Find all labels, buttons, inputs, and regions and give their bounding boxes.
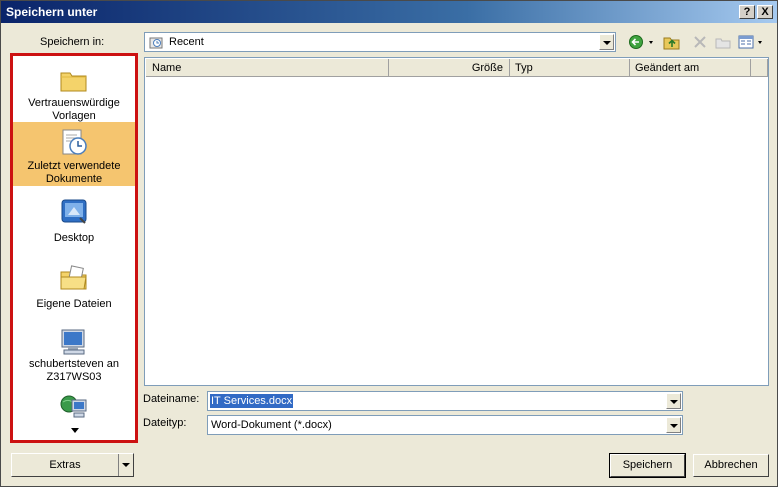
folder-icon — [60, 72, 87, 92]
close-button[interactable]: X — [757, 5, 773, 19]
column-header-type[interactable]: Typ — [510, 59, 630, 77]
folder-up-icon — [663, 37, 680, 50]
my-documents-icon — [60, 265, 87, 290]
place-label: schubertsteven an Z317WS03 — [29, 358, 119, 383]
views-button[interactable] — [737, 33, 767, 51]
column-header-name[interactable]: Name — [146, 59, 389, 77]
file-list[interactable]: Name Größe Typ Geändert am — [144, 57, 769, 386]
tools-button[interactable]: Extras — [11, 453, 134, 477]
new-folder-icon — [715, 38, 731, 49]
help-button[interactable]: ? — [739, 5, 755, 19]
title-bar[interactable]: Speichern unter ? X — [1, 1, 777, 23]
delete-icon — [694, 36, 706, 48]
save-button[interactable]: Speichern — [609, 453, 686, 478]
filetype-label: Dateityp: — [143, 417, 187, 429]
chevron-down-icon[interactable] — [599, 34, 614, 50]
place-trusted-templates[interactable]: Vertrauenswürdige Vorlagen — [13, 60, 135, 124]
desktop-icon — [61, 199, 87, 224]
save-in-dropdown[interactable]: Recent — [144, 32, 616, 52]
network-places-icon — [60, 395, 87, 418]
filename-input[interactable]: IT Services.docx — [207, 391, 683, 411]
places-bar: Vertrauenswürdige Vorlagen Zuletzt verwe… — [10, 53, 138, 443]
place-label: Zuletzt verwendete Dokumente — [27, 160, 121, 185]
chevron-down-icon[interactable] — [666, 417, 681, 433]
back-arrow-icon — [629, 35, 653, 49]
place-my-computer[interactable]: schubertsteven an Z317WS03 — [13, 322, 135, 384]
cancel-button[interactable]: Abbrechen — [693, 454, 769, 477]
column-header-modified[interactable]: Geändert am — [630, 59, 751, 77]
save-as-dialog: Speichern unter ? X Speichern in: Recent — [0, 0, 778, 487]
place-label: Eigene Dateien — [36, 298, 112, 310]
place-label: Desktop — [53, 232, 95, 244]
filetype-value: Word-Dokument (*.docx) — [211, 419, 332, 431]
chevron-down-icon[interactable] — [118, 454, 133, 476]
filename-label: Dateiname: — [143, 393, 200, 405]
save-in-value: Recent — [169, 36, 204, 48]
place-network[interactable] — [13, 388, 135, 440]
up-one-level-button[interactable] — [662, 33, 682, 51]
place-label: Vertrauenswürdige Vorlagen — [28, 97, 120, 122]
tools-label: Extras — [49, 459, 81, 471]
recent-folder-icon — [149, 37, 163, 49]
place-recent-documents[interactable]: Zuletzt verwendete Dokumente — [13, 122, 135, 186]
column-header-size[interactable]: Größe — [389, 59, 510, 77]
delete-button[interactable] — [691, 33, 709, 51]
back-button[interactable] — [628, 33, 658, 51]
my-computer-icon — [61, 329, 85, 355]
column-header-filler — [751, 59, 768, 77]
filetype-dropdown[interactable]: Word-Dokument (*.docx) — [207, 415, 683, 435]
scroll-down-icon[interactable] — [71, 428, 79, 433]
place-desktop[interactable]: Desktop — [13, 192, 135, 250]
window-title: Speichern unter — [6, 5, 98, 19]
new-folder-button[interactable] — [714, 33, 732, 51]
place-my-documents[interactable]: Eigene Dateien — [13, 258, 135, 316]
recent-documents-icon — [62, 129, 87, 155]
views-icon — [738, 35, 762, 49]
filename-value: IT Services.docx — [210, 394, 294, 408]
save-in-label: Speichern in: — [40, 36, 105, 48]
chevron-down-icon[interactable] — [666, 393, 681, 409]
